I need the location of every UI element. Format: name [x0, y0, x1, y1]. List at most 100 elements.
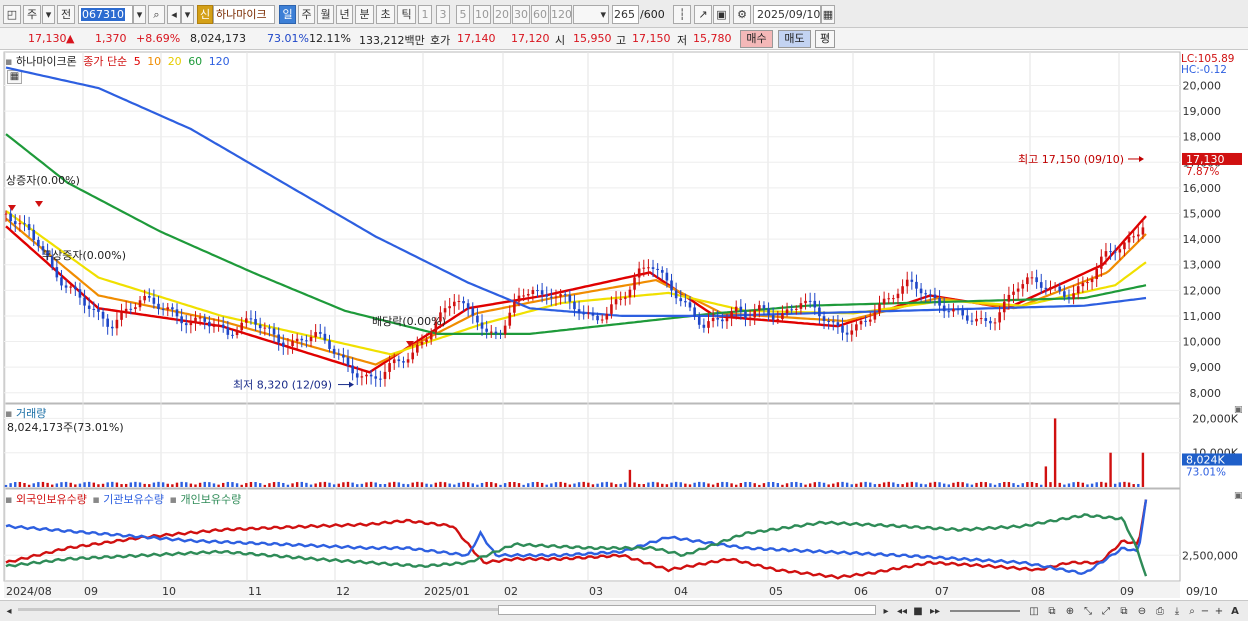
draw-icon[interactable]: ⤢ [1099, 604, 1113, 619]
candle-body [480, 322, 484, 329]
candle-body [896, 293, 900, 299]
period-tab-month[interactable]: 월 [317, 5, 334, 24]
interval-3[interactable]: 3 [436, 5, 450, 24]
print-icon[interactable]: ⎙ [1153, 604, 1167, 619]
candle-body [573, 301, 576, 310]
candle-body [443, 308, 447, 313]
rewind-icon[interactable]: ◂◂ [895, 604, 909, 619]
speaker-dropdown-icon[interactable]: ▾ [181, 5, 194, 24]
scroll-thumb[interactable] [498, 605, 876, 615]
period-type-button[interactable]: 주 [23, 5, 41, 24]
candle-body [83, 297, 86, 306]
save-icon[interactable]: ▣ [713, 5, 730, 24]
candle-body [272, 328, 276, 335]
volume-bar [434, 482, 438, 487]
period-tab-year[interactable]: 년 [336, 5, 353, 24]
fast-forward-icon[interactable]: ▸▸ [928, 604, 942, 619]
period-type-dropdown-icon[interactable]: ▾ [42, 5, 55, 24]
stop-icon[interactable]: ■ [912, 604, 924, 619]
volume-bar [448, 483, 451, 487]
buy-button[interactable]: 매수 [740, 30, 773, 48]
eval-button[interactable]: 평 [815, 30, 835, 48]
volume-bar [679, 482, 682, 487]
volume-bar [1058, 482, 1061, 487]
candle-body [822, 316, 826, 321]
volume-bar [402, 483, 405, 487]
custom-interval-select[interactable]: ▾ [573, 5, 609, 24]
stock-name-field[interactable]: 하나마이크 [213, 5, 275, 24]
stock-code-dropdown-icon[interactable]: ▾ [133, 5, 146, 24]
candle-body [203, 317, 207, 322]
interval-120[interactable]: 120 [550, 5, 572, 24]
export-icon[interactable]: ⤓ [1170, 604, 1184, 619]
volume-bar [406, 484, 410, 487]
volume-bar [735, 484, 738, 487]
period-tab-day[interactable]: 일 [279, 5, 296, 24]
indicator-icon[interactable]: ↗ [694, 5, 712, 24]
sell-button[interactable]: 매도 [778, 30, 811, 48]
candle-body [993, 322, 997, 324]
calendar-icon[interactable]: ▦ [821, 5, 835, 24]
candle-type-icon[interactable]: ┆ [673, 5, 691, 24]
speaker-icon[interactable]: ◂ [167, 5, 181, 24]
candle-body [208, 321, 211, 327]
volume-bar [212, 483, 216, 487]
interval-5[interactable]: 5 [456, 5, 470, 24]
candle-body [794, 308, 798, 310]
candle-body [1123, 242, 1126, 250]
event-annotation-2: 무상증자(0.00%) [42, 249, 126, 262]
search-zoom-icon[interactable]: ⌕ [1185, 604, 1199, 619]
search-icon[interactable]: ⌕ [148, 5, 165, 24]
interval-30[interactable]: 30 [512, 5, 530, 24]
period-tab-minute[interactable]: 분 [355, 5, 374, 24]
layout-copy-icon[interactable]: ⧉ [1045, 604, 1059, 619]
candle-body [115, 319, 119, 329]
volume-bar [282, 482, 285, 487]
volume-bar [989, 483, 992, 487]
volume-bar [670, 482, 673, 487]
scroll-left-icon[interactable]: ◂ [3, 604, 15, 619]
interval-20[interactable]: 20 [493, 5, 511, 24]
plus-icon[interactable]: + [1213, 604, 1225, 619]
volume-bar [1049, 482, 1052, 487]
interval-10[interactable]: 10 [473, 5, 491, 24]
crosshair-icon[interactable]: ⤡ [1081, 604, 1095, 619]
turnover-value: 12.11% [309, 32, 351, 45]
layout-icon[interactable]: ◰ [3, 5, 21, 24]
layout-split-icon[interactable]: ◫ [1027, 604, 1041, 619]
period-tab-week[interactable]: 주 [298, 5, 315, 24]
bar-count-input[interactable]: 265 [612, 5, 639, 24]
volume-bar [457, 482, 461, 487]
volume-bar [462, 481, 465, 487]
volume-value-label: 8,024,173주(73.01%) [7, 421, 124, 434]
minus-icon[interactable]: − [1199, 604, 1211, 619]
interval-1[interactable]: 1 [418, 5, 432, 24]
volume-bar [143, 483, 146, 487]
volume-panel-close-icon[interactable]: ▣ [1234, 405, 1243, 415]
stock-code-input[interactable]: 067310 [78, 5, 133, 24]
settings-gear-icon[interactable]: ⚙ [733, 5, 751, 24]
candle-body [591, 312, 595, 316]
scroll-right-icon[interactable]: ▸ [880, 604, 892, 619]
holdings-panel-close-icon[interactable]: ▣ [1234, 491, 1243, 501]
prev-button[interactable]: 전 [57, 5, 75, 24]
zoom-in-icon[interactable]: ⊕ [1063, 604, 1077, 619]
candle-body [656, 268, 659, 271]
period-tab-second[interactable]: 초 [376, 5, 395, 24]
candle-body [1058, 286, 1062, 292]
period-tab-tick[interactable]: 틱 [397, 5, 416, 24]
volume-bar [808, 483, 812, 487]
candle-body [448, 306, 451, 309]
volume-bar [152, 482, 156, 487]
zoom-slider[interactable] [950, 610, 1020, 612]
volume-bar [619, 483, 622, 487]
candle-body [513, 301, 516, 313]
date-input[interactable]: 2025/09/10 [753, 5, 821, 24]
font-size-icon[interactable]: A [1228, 604, 1242, 619]
zoom-out-icon[interactable]: ⊖ [1135, 604, 1149, 619]
candle-body [4, 213, 8, 215]
interval-60[interactable]: 60 [531, 5, 549, 24]
compare-icon[interactable]: ⧉ [1117, 604, 1131, 619]
volume-bar [688, 484, 692, 487]
volume-bar [328, 482, 331, 487]
